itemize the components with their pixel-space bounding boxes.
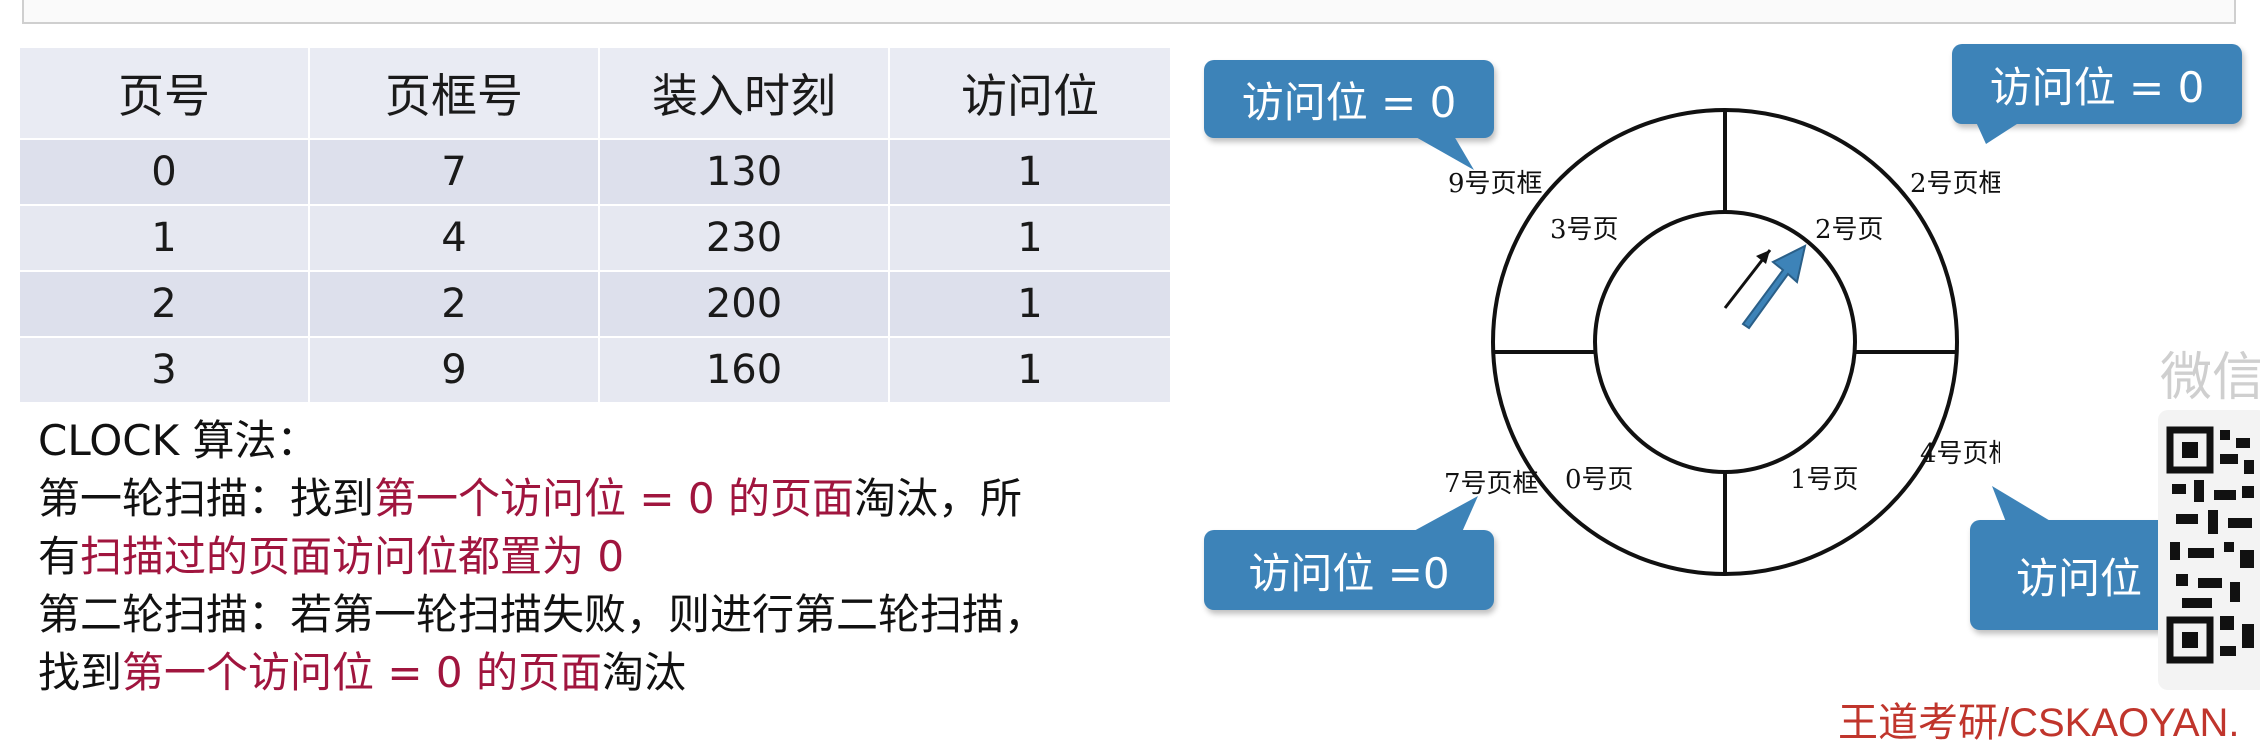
highlight-text: 第一个访问位 = 0 的页面: [122, 648, 602, 697]
table-cell: 2: [20, 272, 310, 338]
table-cell: 1: [20, 206, 310, 272]
text: 淘汰: [601, 648, 686, 697]
algorithm-line-3: 第二轮扫描：若第一轮扫描失败，则进行第二轮扫描，: [38, 590, 1047, 639]
callout-text: 访问位: [2016, 553, 2143, 603]
algorithm-line-2: 有扫描过的页面访问位都置为 0: [38, 528, 1188, 586]
page-label-2: 2号页: [1815, 215, 1884, 245]
page-label-1: 1号页: [1790, 465, 1859, 495]
callout-top-left: 访问位 = 0: [1204, 60, 1494, 170]
callout-pointer: [1976, 122, 2020, 144]
callout-text: 访问位 =0: [1248, 548, 1450, 598]
table-cell: 1: [890, 338, 1172, 404]
clock-hand-icon: [1741, 244, 1807, 330]
page-label-0: 0号页: [1565, 465, 1634, 495]
table-cell: 160: [600, 338, 890, 404]
header-load-time: 装入时刻: [600, 48, 890, 140]
clock-pointer-head: [1756, 250, 1770, 264]
text: 找到: [38, 648, 123, 697]
callout-text: 访问位 = 0: [1989, 62, 2205, 112]
table-cell: 1: [890, 140, 1172, 206]
slide-top-frame: [22, 0, 2236, 24]
table-cell: 1: [890, 206, 1172, 272]
callout-bottom-left: 访问位 =0: [1204, 496, 1494, 610]
callout-bottom-right: 访问位: [1970, 486, 2170, 630]
table-cell: 3: [20, 338, 310, 404]
header-frame-number: 页框号: [310, 48, 600, 140]
callout-pointer: [1412, 496, 1478, 532]
frame-label-4: 4号页框: [1920, 439, 2000, 469]
table-cell: 4: [310, 206, 600, 272]
algorithm-line-1: 第一轮扫描：找到第一个访问位 = 0 的页面淘汰，所: [38, 470, 1188, 528]
header-access-bit: 访问位: [890, 48, 1172, 140]
wechat-label: 微信: [2160, 348, 2260, 408]
algorithm-title: CLOCK 算法：: [38, 416, 319, 465]
table-cell: 7: [310, 140, 600, 206]
inner-ring: [1593, 210, 1857, 474]
qr-code-icon: [2166, 426, 2254, 664]
table-cell: 130: [600, 140, 890, 206]
table-cell: 1: [890, 272, 1172, 338]
callout-text: 访问位 = 0: [1241, 77, 1457, 127]
table-cell: 200: [600, 272, 890, 338]
frame-label-2: 2号页框: [1910, 169, 2000, 199]
brand-watermark: 王道考研/CSKAOYAN.: [1838, 701, 2240, 745]
table-cell: 9: [310, 338, 600, 404]
algorithm-description: CLOCK 算法： 第一轮扫描：找到第一个访问位 = 0 的页面淘汰，所 有扫描…: [38, 412, 1188, 702]
page-table: 页号 页框号 装入时刻 访问位 0 7 130 1 1 4 230 1 2 2 …: [20, 48, 1172, 404]
table-cell: 230: [600, 206, 890, 272]
qr-code: [2158, 410, 2260, 690]
callout-pointer: [1992, 486, 2052, 522]
clock-diagram: 9号页框 2号页框 7号页框 4号页框 3号页 2号页 0号页 1号页: [1444, 108, 2000, 576]
page-label-3: 3号页: [1550, 215, 1619, 245]
text: 有: [38, 532, 81, 581]
text: 淘汰，所: [853, 474, 1022, 523]
header-page-number: 页号: [20, 48, 310, 140]
frame-label-7: 7号页框: [1444, 469, 1539, 499]
table-cell: 2: [310, 272, 600, 338]
table-cell: 0: [20, 140, 310, 206]
highlight-text: 第一个访问位 = 0 的页面: [374, 474, 854, 523]
highlight-text: 扫描过的页面访问位都置为 0: [80, 532, 625, 581]
callout-top-right: 访问位 = 0: [1952, 44, 2242, 144]
algorithm-line-4: 找到第一个访问位 = 0 的页面淘汰: [38, 644, 1188, 702]
text: 第一轮扫描：找到: [38, 474, 375, 523]
callout-pointer: [1414, 136, 1474, 170]
